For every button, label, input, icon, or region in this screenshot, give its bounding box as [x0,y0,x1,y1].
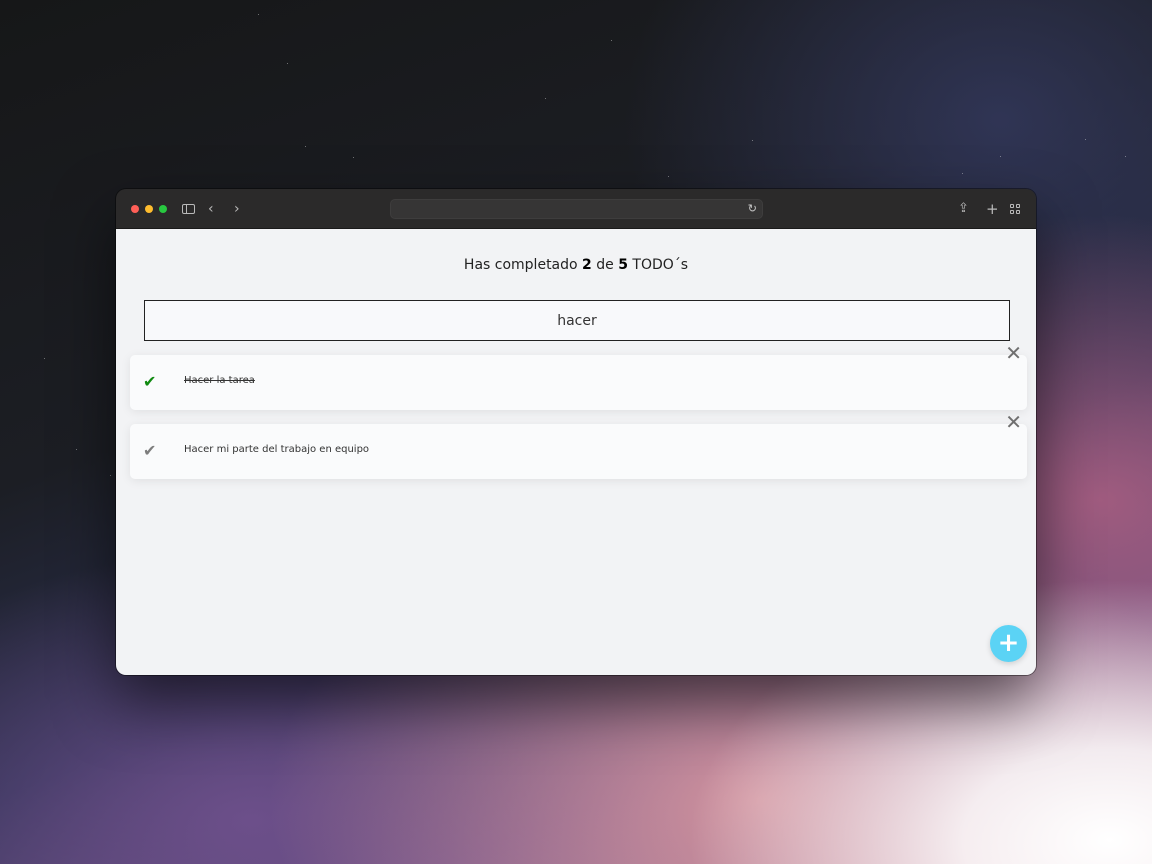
address-bar[interactable]: ↻ [390,199,763,219]
back-arrow-icon[interactable]: ‹ [208,199,214,219]
sidebar-toggle-icon[interactable] [182,204,195,214]
todo-text: Hacer la tarea [184,375,255,386]
counter-middle: de [596,257,614,273]
todo-item: ✔ Hacer mi parte del trabajo en equipo ✕ [130,412,1027,479]
tab-overview-icon[interactable] [1010,204,1021,215]
minimize-window-button[interactable] [145,205,153,213]
close-window-button[interactable] [131,205,139,213]
new-tab-icon[interactable]: + [986,199,999,219]
browser-window: ‹ › ↻ ⇪ + Has completado 2 de 5 TODO´s ✔… [116,189,1036,675]
counter-total: 5 [618,257,628,273]
delete-icon[interactable]: ✕ [1005,412,1022,432]
maximize-window-button[interactable] [159,205,167,213]
counter-completed: 2 [582,257,592,273]
search-input[interactable] [144,300,1010,341]
reload-icon[interactable]: ↻ [748,201,757,217]
forward-arrow-icon[interactable]: › [234,199,240,219]
todo-item: ✔ Hacer la tarea ✕ [130,343,1027,410]
counter-suffix: TODO´s [632,257,689,273]
todo-counter: Has completado 2 de 5 TODO´s [116,257,1036,273]
check-icon[interactable]: ✔ [143,441,156,461]
share-icon[interactable]: ⇪ [958,199,969,219]
delete-icon[interactable]: ✕ [1005,343,1022,363]
todo-text: Hacer mi parte del trabajo en equipo [184,444,370,455]
check-icon[interactable]: ✔ [143,372,156,392]
browser-titlebar: ‹ › ↻ ⇪ + [116,189,1036,229]
counter-prefix: Has completado [463,257,578,273]
app-content: Has completado 2 de 5 TODO´s ✔ Hacer la … [116,229,1036,675]
add-todo-button[interactable]: + [990,625,1027,662]
